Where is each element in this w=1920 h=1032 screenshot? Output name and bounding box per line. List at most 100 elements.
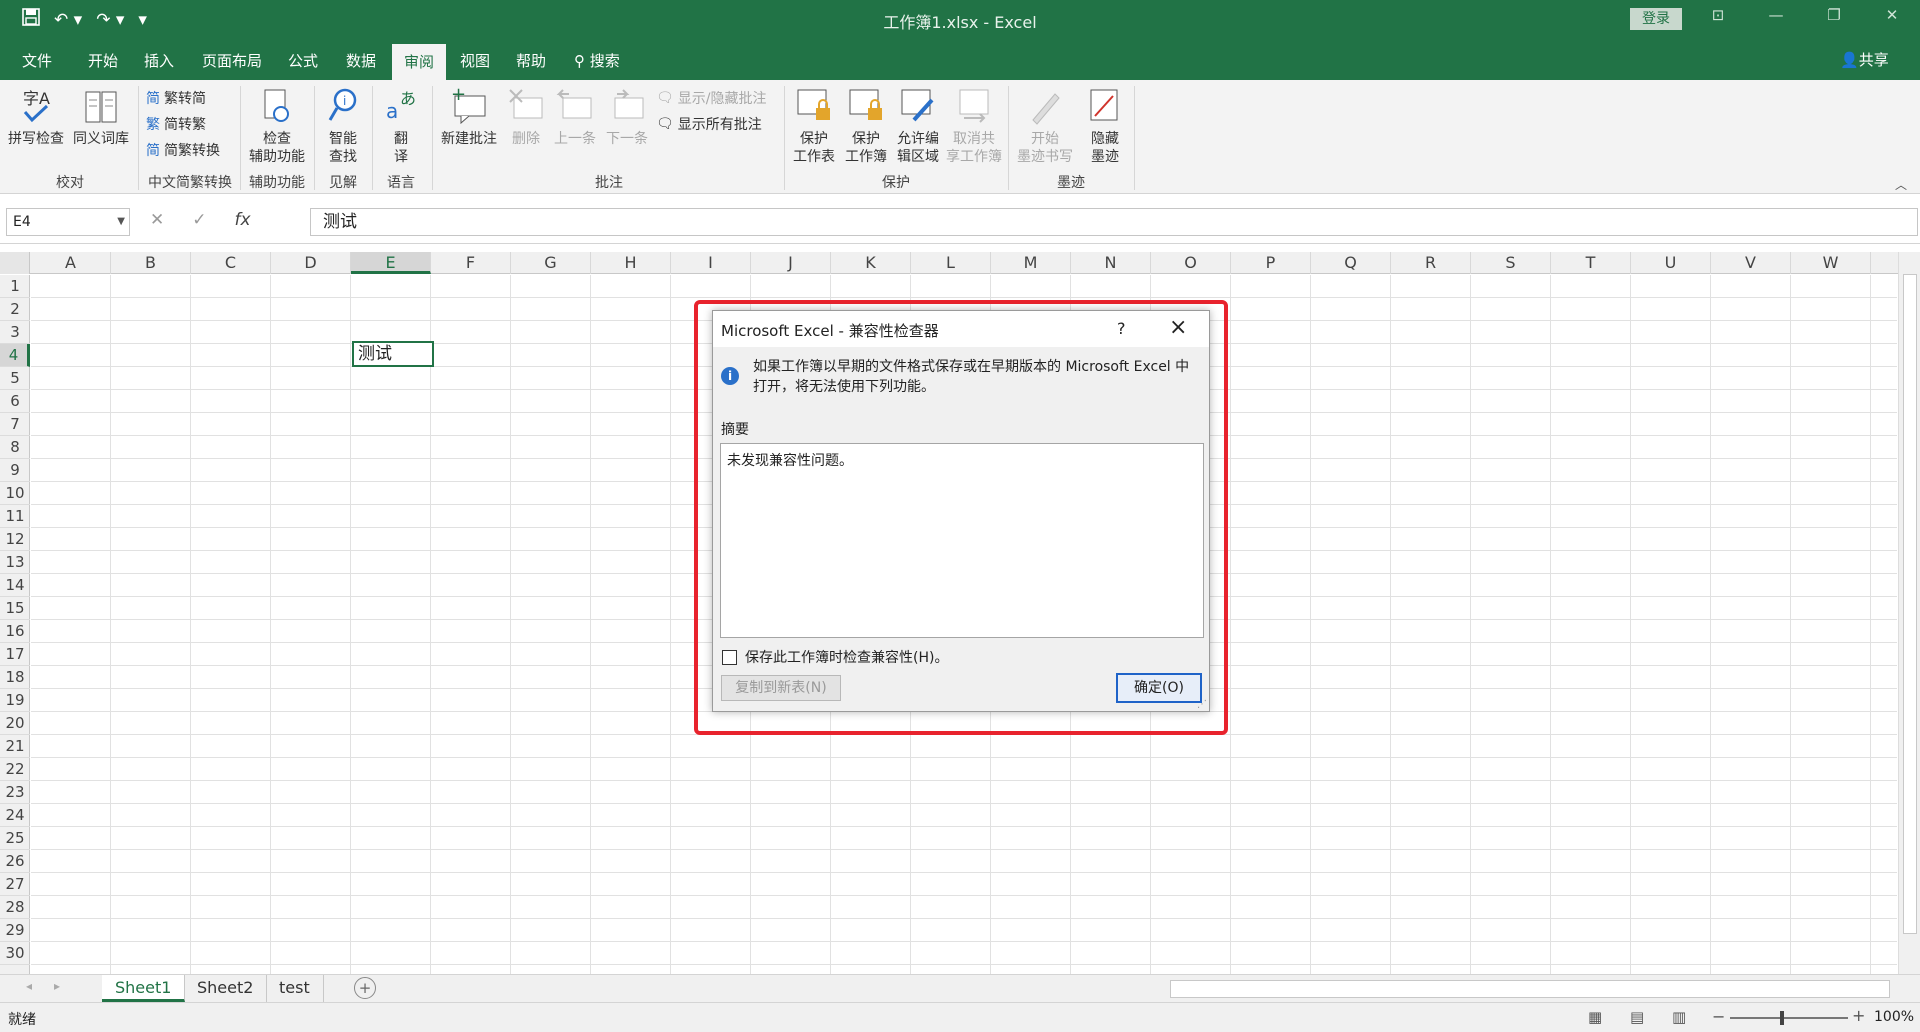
- sheet-tab-3[interactable]: test: [266, 975, 324, 1002]
- row-header-25[interactable]: 25: [0, 827, 30, 850]
- column-header-a[interactable]: A: [31, 252, 111, 274]
- previous-comment-button[interactable]: 上一条: [550, 86, 600, 148]
- share-button[interactable]: 👤共享: [1840, 49, 1889, 70]
- row-header-12[interactable]: 12: [0, 528, 30, 551]
- name-box[interactable]: E4 ▼: [6, 208, 130, 236]
- enter-icon[interactable]: ✓: [192, 210, 206, 230]
- chinese-conversion-button[interactable]: 简简繁转换: [146, 140, 220, 160]
- zoom-level[interactable]: 100%: [1874, 1009, 1914, 1025]
- spell-check-button[interactable]: 字A 拼写检查: [6, 86, 66, 148]
- page-layout-view-icon[interactable]: ▤: [1630, 1008, 1644, 1026]
- column-header-g[interactable]: G: [511, 252, 591, 274]
- page-break-view-icon[interactable]: ▥: [1672, 1008, 1686, 1026]
- close-window-icon[interactable]: ✕: [1880, 6, 1904, 24]
- tab-help[interactable]: 帮助: [516, 49, 546, 73]
- row-header-24[interactable]: 24: [0, 804, 30, 827]
- row-header-14[interactable]: 14: [0, 574, 30, 597]
- close-icon[interactable]: ×: [1169, 315, 1187, 340]
- simplified-to-traditional-button[interactable]: 繁简转繁: [146, 114, 206, 134]
- row-header-3[interactable]: 3: [0, 321, 30, 344]
- restore-icon[interactable]: ❐: [1822, 6, 1846, 24]
- row-header-30[interactable]: 30: [0, 942, 30, 965]
- row-header-11[interactable]: 11: [0, 505, 30, 528]
- row-header-18[interactable]: 18: [0, 666, 30, 689]
- tab-home[interactable]: 开始: [88, 49, 118, 73]
- row-header-17[interactable]: 17: [0, 643, 30, 666]
- tab-review[interactable]: 审阅: [392, 44, 447, 80]
- show-hide-comment-button[interactable]: 🗨 显示/隐藏批注: [656, 88, 767, 108]
- zoom-out-icon[interactable]: −: [1712, 1007, 1725, 1026]
- column-header-p[interactable]: P: [1231, 252, 1311, 274]
- help-icon[interactable]: ?: [1117, 319, 1126, 338]
- minimize-icon[interactable]: —: [1764, 6, 1788, 24]
- formula-input[interactable]: 测试: [310, 208, 1918, 236]
- column-header-l[interactable]: L: [911, 252, 991, 274]
- copy-to-new-sheet-button[interactable]: 复制到新表(N): [721, 675, 841, 701]
- smart-lookup-button[interactable]: i 智能 查找: [318, 86, 368, 166]
- tab-view[interactable]: 视图: [460, 49, 490, 73]
- zoom-slider[interactable]: [1730, 1017, 1848, 1019]
- column-header-b[interactable]: B: [111, 252, 191, 274]
- show-all-comments-button[interactable]: 🗨 显示所有批注: [656, 114, 762, 134]
- column-header-o[interactable]: O: [1151, 252, 1231, 274]
- row-header-6[interactable]: 6: [0, 390, 30, 413]
- column-header-m[interactable]: M: [991, 252, 1071, 274]
- tab-insert[interactable]: 插入: [144, 49, 174, 73]
- column-header-w[interactable]: W: [1791, 252, 1871, 274]
- row-header-9[interactable]: 9: [0, 459, 30, 482]
- chevron-down-icon[interactable]: ▼: [117, 209, 125, 235]
- ribbon-display-icon[interactable]: ⊡: [1706, 6, 1730, 24]
- row-header-29[interactable]: 29: [0, 919, 30, 942]
- column-header-e[interactable]: E: [351, 252, 431, 274]
- row-header-15[interactable]: 15: [0, 597, 30, 620]
- unshare-workbook-button[interactable]: 取消共 享工作簿: [944, 86, 1004, 166]
- zoom-slider-knob[interactable]: [1780, 1011, 1784, 1025]
- tab-search[interactable]: ⚲ 搜索: [574, 49, 620, 73]
- column-header-t[interactable]: T: [1551, 252, 1631, 274]
- column-header-u[interactable]: U: [1631, 252, 1711, 274]
- vertical-scroll-thumb[interactable]: [1903, 274, 1917, 934]
- row-header-27[interactable]: 27: [0, 873, 30, 896]
- ok-button[interactable]: 确定(O): [1116, 673, 1202, 703]
- row-header-26[interactable]: 26: [0, 850, 30, 873]
- row-header-21[interactable]: 21: [0, 735, 30, 758]
- cancel-icon[interactable]: ✕: [150, 210, 164, 230]
- check-on-save-option[interactable]: 保存此工作簿时检查兼容性(H)。: [722, 647, 948, 667]
- row-header-19[interactable]: 19: [0, 689, 30, 712]
- normal-view-icon[interactable]: ▦: [1588, 1008, 1602, 1026]
- protect-workbook-button[interactable]: 保护 工作簿: [840, 86, 892, 166]
- tab-data[interactable]: 数据: [346, 49, 376, 73]
- column-header-i[interactable]: I: [671, 252, 751, 274]
- check-accessibility-button[interactable]: 检查 辅助功能: [244, 86, 310, 166]
- resize-grip-icon[interactable]: ⋰: [1197, 699, 1207, 710]
- row-header-22[interactable]: 22: [0, 758, 30, 781]
- collapse-ribbon-icon[interactable]: ︿: [1895, 176, 1907, 193]
- row-header-13[interactable]: 13: [0, 551, 30, 574]
- row-header-7[interactable]: 7: [0, 413, 30, 436]
- sheet-tab-1[interactable]: Sheet1: [102, 975, 186, 1002]
- add-sheet-icon[interactable]: +: [354, 977, 376, 999]
- traditional-to-simplified-button[interactable]: 简繁转简: [146, 88, 206, 108]
- vertical-scrollbar[interactable]: [1898, 252, 1920, 974]
- next-comment-button[interactable]: 下一条: [602, 86, 652, 148]
- row-header-28[interactable]: 28: [0, 896, 30, 919]
- select-all-corner[interactable]: [0, 252, 30, 274]
- column-header-s[interactable]: S: [1471, 252, 1551, 274]
- delete-comment-button[interactable]: 删除: [504, 86, 548, 148]
- sheet-nav-prev-icon[interactable]: ◂: [26, 979, 32, 993]
- row-header-2[interactable]: 2: [0, 298, 30, 321]
- active-cell[interactable]: 测试: [352, 341, 434, 367]
- tab-formulas[interactable]: 公式: [288, 49, 318, 73]
- protect-sheet-button[interactable]: 保护 工作表: [788, 86, 840, 166]
- sheet-tab-2[interactable]: Sheet2: [184, 975, 268, 1002]
- column-header-k[interactable]: K: [831, 252, 911, 274]
- summary-box[interactable]: 未发现兼容性问题。: [720, 443, 1204, 638]
- row-header-4[interactable]: 4: [0, 344, 30, 367]
- zoom-in-icon[interactable]: +: [1852, 1006, 1865, 1025]
- column-header-v[interactable]: V: [1711, 252, 1791, 274]
- tab-file[interactable]: 文件: [22, 49, 52, 73]
- sheet-nav-next-icon[interactable]: ▸: [54, 979, 60, 993]
- row-header-10[interactable]: 10: [0, 482, 30, 505]
- insert-function-icon[interactable]: fx: [235, 210, 251, 230]
- column-header-h[interactable]: H: [591, 252, 671, 274]
